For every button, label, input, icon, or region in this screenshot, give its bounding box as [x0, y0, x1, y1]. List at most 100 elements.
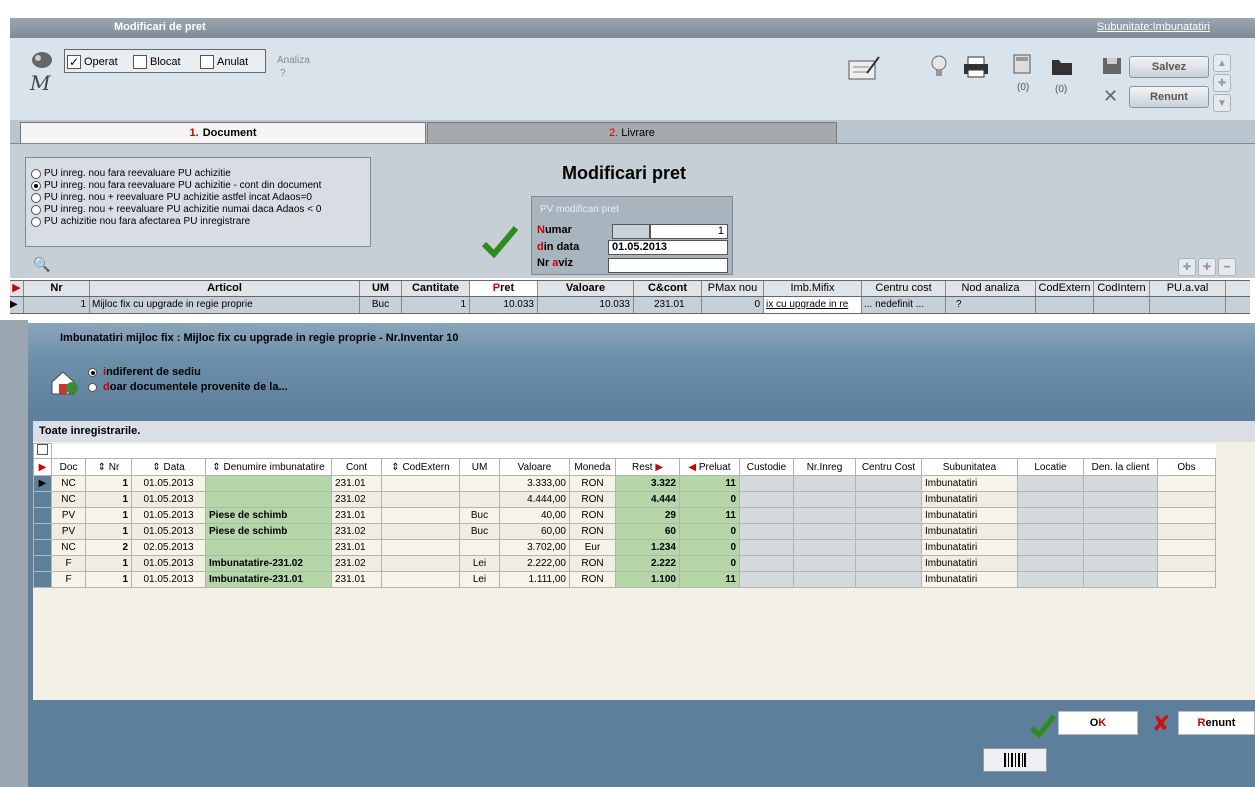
grid-add2-icon[interactable]: ✚ [1198, 258, 1216, 276]
dialog-cancel-hotkey: R [1197, 717, 1206, 729]
records-bar: Toate inregistrarile. [33, 421, 1255, 442]
numar-prefix-field[interactable] [612, 224, 650, 239]
cell-moneda: RON [569, 523, 616, 540]
cell-cont: 231.01 [331, 475, 382, 492]
col-um[interactable]: UM [459, 458, 500, 476]
col-den-client[interactable]: Den. la client [1083, 458, 1158, 476]
col-valoare[interactable]: Valoare [538, 281, 634, 296]
table-row[interactable]: F 1 01.05.2013 Imbunatatire-231.02 231.02 Lei… [33, 555, 1216, 572]
save-button[interactable]: Salvez [1129, 56, 1209, 78]
col-imb-mifix[interactable]: Imb.Mifix [764, 281, 862, 296]
calculator-icon[interactable] [1012, 53, 1032, 78]
table-row[interactable]: PV 1 01.05.2013 Piese de schimb 231.02 Buc 60,… [33, 523, 1216, 540]
col-valoare[interactable]: Valoare [499, 458, 570, 476]
cell-moneda: RON [569, 475, 616, 492]
col-pmax[interactable]: PMax nou [702, 281, 764, 296]
subunit-link[interactable]: Subunitate:Imbunatatiri [1097, 21, 1210, 33]
radio-icon [31, 168, 41, 179]
grid-add-icon[interactable]: ✚ [1178, 258, 1196, 276]
analiza-label[interactable]: Analiza [277, 55, 310, 66]
col-preluat[interactable]: ◀ Preluat [679, 458, 740, 476]
col-cantitate[interactable]: Cantitate [402, 281, 470, 296]
col-moneda[interactable]: Moneda [569, 458, 616, 476]
option-doar-text: oar documentele provenite de la... [109, 381, 288, 393]
col-cont[interactable]: C&cont [634, 281, 702, 296]
app-logo-icon: M [28, 50, 58, 95]
cell-cantitate: 1 [402, 297, 470, 313]
lightbulb-icon[interactable] [929, 53, 949, 84]
table-row[interactable]: F 1 01.05.2013 Imbunatatire-231.01 231.01 Lei… [33, 571, 1216, 588]
grid-remove-icon[interactable]: ━ [1218, 258, 1236, 276]
cell-nr-inreg [793, 539, 856, 556]
col-codextern[interactable]: CodExtern [1036, 281, 1094, 296]
col-nr-sort[interactable]: ⇕ Nr [85, 458, 132, 476]
operat-checkbox[interactable]: ✓ Operat [67, 52, 118, 72]
col-custodie[interactable]: Custodie [739, 458, 794, 476]
cell-articol: Mijloc fix cu upgrade in regie proprie [90, 297, 360, 313]
printer-icon[interactable] [962, 55, 990, 82]
nr-aviz-field[interactable] [608, 258, 728, 273]
cancel-button[interactable]: Renunt [1129, 86, 1209, 108]
table-row[interactable]: NC 2 02.05.2013 231.01 3.702,00 Eur 1.234 0 Imbu… [33, 539, 1216, 556]
folder-icon[interactable] [1050, 55, 1074, 80]
cell-custodie [739, 523, 794, 540]
row-indicator [33, 491, 52, 508]
din-data-field[interactable]: 01.05.2013 [608, 240, 728, 255]
col-nod-analiza[interactable]: Nod analiza [946, 281, 1036, 296]
validate-check-icon[interactable] [481, 226, 519, 261]
cell-valoare: 2.222,00 [499, 555, 570, 572]
col-codintern[interactable]: CodIntern [1094, 281, 1150, 296]
anulat-checkbox[interactable]: Anulat [200, 52, 248, 72]
option-doar-documente[interactable]: doar documentele provenite de la... [88, 381, 288, 393]
col-denumire[interactable]: ⇕ Denumire imbunatatire [205, 458, 332, 476]
blocat-checkbox[interactable]: Blocat [133, 52, 181, 72]
zoom-icon[interactable]: 🔍 [33, 256, 50, 273]
arrow-down-icon[interactable]: ▼ [1213, 94, 1231, 112]
cell-subunitatea: Imbunatatiri [921, 539, 1018, 556]
col-pret[interactable]: Pret [470, 281, 538, 296]
col-rest[interactable]: Rest ▶ [615, 458, 680, 476]
col-um[interactable]: UM [360, 281, 402, 296]
select-all-checkbox[interactable] [33, 443, 52, 459]
cell-rest: 1.100 [615, 571, 680, 588]
col-cont[interactable]: Cont [331, 458, 382, 476]
option-indiferent-sediu[interactable]: indiferent de sediu [88, 366, 201, 378]
numar-field[interactable]: 1 [650, 224, 728, 239]
table-row[interactable]: PV 1 01.05.2013 Piese de schimb 231.01 Buc 40,… [33, 507, 1216, 524]
col-nr-inreg[interactable]: Nr.Inreg [793, 458, 856, 476]
operat-label: Operat [84, 56, 118, 68]
arrow-up-icon[interactable]: ▲ [1213, 54, 1231, 72]
ok-button-hotkey: K [1098, 717, 1107, 729]
plus-icon[interactable]: ✚ [1213, 74, 1231, 92]
barcode-icon[interactable] [983, 748, 1047, 772]
col-locatie[interactable]: Locatie [1017, 458, 1084, 476]
col-codextern-sort[interactable]: ⇕ CodExtern [381, 458, 460, 476]
col-doc[interactable]: Doc [51, 458, 86, 476]
col-obs[interactable]: Obs [1157, 458, 1216, 476]
price-option-4[interactable]: PU inreg. nou + reevaluare PU achizitie … [31, 204, 321, 215]
col-nr[interactable]: Nr [24, 281, 90, 296]
dialog-cancel-button[interactable]: Renunt [1178, 711, 1255, 735]
col-data[interactable]: ⇕ Data [131, 458, 206, 476]
col-centru-cost[interactable]: Centru Cost [855, 458, 922, 476]
ok-button[interactable]: OK [1058, 711, 1138, 735]
price-options-group: PU inreg. nou fara reevaluare PU achizit… [25, 157, 371, 247]
price-option-1[interactable]: PU inreg. nou fara reevaluare PU achizit… [31, 168, 231, 179]
notepad-icon[interactable] [847, 55, 881, 84]
option-indiferent-label: indiferent de sediu [103, 366, 201, 378]
cell-obs [1157, 475, 1216, 492]
tab-livrare[interactable]: 2. Livrare [427, 122, 837, 144]
table-row[interactable]: NC 1 01.05.2013 231.02 4.444,00 RON 4.444 0 Imbu… [33, 491, 1216, 508]
col-subunitatea[interactable]: Subunitatea [921, 458, 1018, 476]
col-pu-a-val[interactable]: PU.a.val [1150, 281, 1226, 296]
price-option-3[interactable]: PU inreg. nou + reevaluare PU achizitie … [31, 192, 312, 203]
table-row[interactable]: ▶ NC 1 01.05.2013 231.01 3.333,00 RON 3.322 11 Im… [33, 475, 1216, 492]
price-option-2[interactable]: PU inreg. nou fara reevaluare PU achizit… [31, 180, 321, 191]
tab-document[interactable]: 1. Document [20, 122, 426, 144]
articles-grid-row[interactable]: ▶ 1 Mijloc fix cu upgrade in regie propr… [10, 297, 1250, 314]
col-centru-cost[interactable]: Centru cost [862, 281, 946, 296]
col-articol[interactable]: Articol [90, 281, 360, 296]
cell-imb-mifix[interactable]: ix cu upgrade in re [764, 297, 862, 313]
cell-cont: 231.01 [331, 571, 382, 588]
price-option-5[interactable]: PU achizitie nou fara afectarea PU inreg… [31, 216, 250, 227]
